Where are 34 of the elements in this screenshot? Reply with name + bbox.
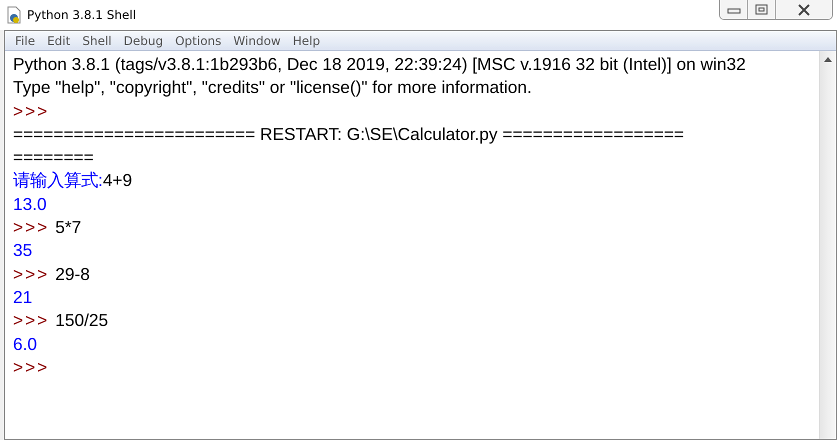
output-text: Type "help", "copyright", "credits" or "license()" for more information. bbox=[13, 77, 532, 98]
minimize-button[interactable] bbox=[720, 0, 748, 19]
prompt-text: >>> bbox=[13, 264, 50, 284]
menu-item[interactable]: File bbox=[9, 34, 42, 48]
menu-item[interactable]: Debug bbox=[118, 34, 170, 48]
maximize-button[interactable] bbox=[748, 0, 776, 19]
input-text: 29-8 bbox=[55, 264, 90, 284]
stdout-text: 请输入算式: bbox=[13, 170, 103, 190]
prompt-text: >>> bbox=[13, 356, 50, 377]
stdout-text: 21 bbox=[13, 286, 32, 307]
close-button[interactable] bbox=[776, 0, 832, 19]
stdout-text: 6.0 bbox=[13, 334, 38, 354]
prompt-text: >>> bbox=[13, 310, 50, 330]
menu-item[interactable]: Shell bbox=[76, 34, 118, 48]
scroll-up-icon[interactable] bbox=[824, 57, 832, 62]
stdout-text: 13.0 bbox=[13, 194, 47, 214]
prompt-text: >>> bbox=[13, 100, 50, 121]
menu-item[interactable]: Window bbox=[227, 34, 287, 48]
menu-item[interactable]: Help bbox=[286, 34, 326, 48]
input-text: 150/25 bbox=[55, 310, 108, 330]
python-icon bbox=[6, 6, 22, 24]
output-text: Python 3.8.1 (tags/v3.8.1:1b293b6, Dec 18 2019, 22:39:24) [MSC v.1916 32 bit (Intel)] on win32 bbox=[13, 54, 746, 74]
input-text: 5*7 bbox=[55, 217, 82, 238]
output-text: ======================== RESTART: G:\SE\Calculator.py ================== bbox=[13, 124, 684, 144]
window-title: Python 3.8.1 Shell bbox=[27, 8, 136, 22]
scrollbar[interactable] bbox=[819, 51, 836, 439]
close-icon bbox=[797, 4, 811, 16]
input-text: 4+9 bbox=[102, 170, 132, 190]
output-text: ======== bbox=[13, 147, 94, 168]
menu-item[interactable]: Options bbox=[169, 34, 228, 48]
maximize-icon bbox=[754, 4, 768, 16]
menu-item[interactable]: Edit bbox=[41, 34, 76, 48]
stdout-text: 35 bbox=[13, 240, 32, 260]
prompt-text: >>> bbox=[13, 217, 50, 238]
